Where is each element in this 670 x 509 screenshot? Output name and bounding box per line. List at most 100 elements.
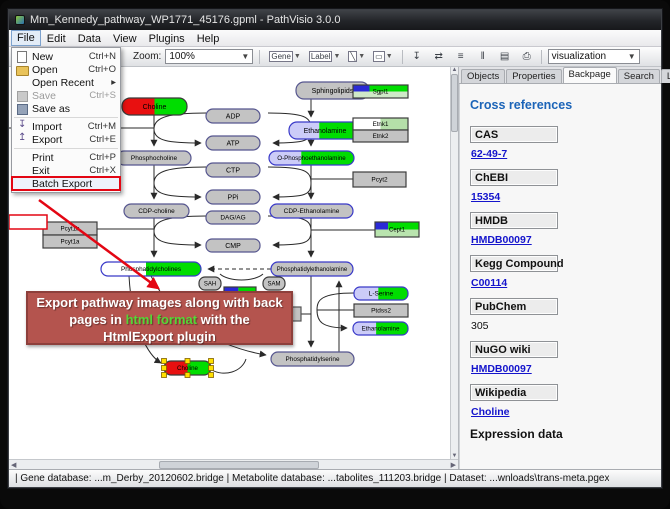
- selection-handle[interactable]: [162, 366, 167, 371]
- common-width-icon[interactable]: ▤: [497, 49, 513, 65]
- pathway-node-cdp-choline[interactable]: CDP-choline: [124, 204, 189, 218]
- title-bar[interactable]: Mm_Kennedy_pathway_WP1771_45176.gpml - P…: [9, 10, 661, 30]
- selection-handle[interactable]: [209, 359, 214, 364]
- xref-link[interactable]: HMDB00097: [471, 363, 651, 375]
- pathway-node-sam[interactable]: SAM: [263, 277, 285, 290]
- pathway-node-phosphatidylserine[interactable]: Phosphatidylserine: [271, 352, 354, 366]
- tab-properties[interactable]: Properties: [506, 69, 561, 83]
- pathway-node-ethanolamine[interactable]: Ethanolamine: [289, 122, 361, 139]
- tab-backpage[interactable]: Backpage: [563, 67, 617, 83]
- tab-search[interactable]: Search: [618, 69, 660, 83]
- file-menu-item-exit[interactable]: ExitCtrl+X: [12, 164, 120, 177]
- vertical-scrollbar[interactable]: ▲ ▼: [450, 67, 458, 459]
- pathway-node-cmp[interactable]: CMP: [206, 239, 260, 252]
- selection-handle[interactable]: [185, 373, 190, 378]
- selection-handle[interactable]: [209, 373, 214, 378]
- toolbar-tools: Gene▼Label▼╲▼▭▼: [266, 49, 395, 65]
- xref-link[interactable]: 15354: [471, 191, 651, 203]
- menu-separator: [14, 117, 118, 118]
- xref-section-chebi: ChEBI 15354: [470, 169, 651, 203]
- menu-plugins[interactable]: Plugins: [143, 30, 191, 46]
- zoom-select[interactable]: 100%▼: [165, 49, 253, 64]
- align-center-x-icon[interactable]: ↧: [409, 49, 425, 65]
- svg-text:O-Phosphoethanolamine: O-Phosphoethanolamine: [277, 155, 346, 162]
- pathway-node-dag-ag[interactable]: DAG/AG: [206, 211, 260, 224]
- toolbar-separator: [402, 50, 403, 64]
- vertical-scroll-thumb[interactable]: [451, 74, 458, 132]
- file-menu-item-export[interactable]: ExportCtrl+E: [12, 133, 120, 146]
- pathway-node-choline[interactable]: Choline: [162, 359, 214, 378]
- pathway-node-cdp-ethanolamine[interactable]: CDP-Ethanolamine: [270, 204, 353, 218]
- pathway-node-pcyt2[interactable]: Pcyt2: [353, 172, 406, 187]
- pathway-node-o-phosphoethanolamine[interactable]: O-Phosphoethanolamine: [269, 151, 354, 165]
- xref-section-cas: CAS 62-49-7: [470, 126, 651, 160]
- xref-link[interactable]: C00114: [471, 277, 651, 289]
- pathway-edge: [273, 231, 311, 245]
- svg-text:Sgpl1: Sgpl1: [373, 89, 389, 96]
- menu-view[interactable]: View: [107, 30, 143, 46]
- pathway-node-choline[interactable]: Choline: [122, 98, 187, 115]
- shape-tool-icon[interactable]: ▭▼: [370, 49, 396, 65]
- svg-text:Phosphocholine: Phosphocholine: [131, 155, 178, 162]
- selection-handle[interactable]: [209, 366, 214, 371]
- selection-handle[interactable]: [185, 359, 190, 364]
- menu-data[interactable]: Data: [72, 30, 107, 46]
- file-menu-item-save[interactable]: SaveCtrl+S: [12, 89, 120, 102]
- horizontal-scroll-thumb[interactable]: [159, 461, 319, 469]
- pathway-node-adp[interactable]: ADP: [206, 109, 260, 123]
- pathway-node-phosphatidylcholines[interactable]: Phosphatidylcholines: [101, 262, 201, 276]
- distribute-horizontal-icon[interactable]: ≡: [453, 49, 469, 65]
- menu-file[interactable]: File: [11, 30, 41, 46]
- pathway-node-etnk1[interactable]: Etnk1: [353, 118, 408, 130]
- pathway-node-sgpl1[interactable]: Sgpl1: [353, 85, 408, 98]
- pathway-node-phosphatidylethanolamine[interactable]: Phosphatidylethanolamine: [271, 262, 353, 276]
- svg-text:CDP-Ethanolamine: CDP-Ethanolamine: [284, 208, 340, 215]
- svg-text:Pcyt2: Pcyt2: [371, 177, 388, 184]
- export-icon: [15, 134, 30, 145]
- pathway-node-ethanolamine[interactable]: Ethanolamine: [353, 322, 408, 335]
- file-menu-item-print[interactable]: PrintCtrl+P: [12, 151, 120, 164]
- pathway-node-phosphocholine[interactable]: Phosphocholine: [117, 151, 191, 165]
- gene-tool-icon[interactable]: Gene▼: [266, 49, 304, 65]
- visualization-select[interactable]: visualization▼: [548, 49, 640, 64]
- pathway-node-ctp[interactable]: CTP: [206, 163, 260, 177]
- menu-help[interactable]: Help: [191, 30, 226, 46]
- selection-handle[interactable]: [162, 373, 167, 378]
- file-menu-item-new[interactable]: NewCtrl+N: [12, 50, 120, 63]
- scroll-up-icon[interactable]: ▲: [452, 67, 458, 73]
- selection-handle[interactable]: [162, 359, 167, 364]
- scroll-left-icon[interactable]: ◀: [11, 461, 16, 469]
- file-menu-item-save-as[interactable]: Save as: [12, 102, 120, 115]
- pathway-node-sah[interactable]: SAH: [199, 277, 221, 290]
- svg-text:Etnk2: Etnk2: [373, 133, 389, 140]
- pathway-edge: [317, 293, 354, 310]
- file-menu-item-open[interactable]: OpenCtrl+O: [12, 63, 120, 76]
- line-tool-icon[interactable]: ╲▼: [345, 49, 368, 65]
- xref-link[interactable]: HMDB00097: [471, 234, 651, 246]
- pathway-node-l-serine[interactable]: L-Serine: [354, 287, 408, 300]
- svg-text:Ethanolamine: Ethanolamine: [362, 326, 400, 333]
- svg-text:ATP: ATP: [226, 140, 239, 147]
- pathway-edge: [212, 359, 246, 373]
- common-height-icon[interactable]: ⎙: [519, 49, 535, 65]
- file-menu-item-import[interactable]: ImportCtrl+M: [12, 120, 120, 133]
- svg-text:Pcyt1a: Pcyt1a: [61, 239, 80, 246]
- xref-link[interactable]: Choline: [471, 406, 651, 418]
- pathway-node-etnk2[interactable]: Etnk2: [353, 130, 408, 142]
- file-menu-item-batch-export[interactable]: Batch Export: [12, 177, 120, 190]
- file-menu-item-open-recent[interactable]: Open Recent▸: [12, 76, 120, 89]
- tab-objects[interactable]: Objects: [461, 69, 505, 83]
- distribute-vertical-icon[interactable]: ‖: [475, 49, 491, 65]
- pathway-node-cept1[interactable]: Cept1: [375, 222, 419, 237]
- xref-link[interactable]: 62-49-7: [471, 148, 651, 160]
- menu-edit[interactable]: Edit: [41, 30, 72, 46]
- annotation-line3: HtmlExport plugin: [28, 328, 291, 345]
- pathway-node-ptdss2[interactable]: Ptdss2: [354, 304, 408, 317]
- horizontal-scrollbar[interactable]: ◀ ▶: [9, 459, 458, 469]
- label-tool-icon[interactable]: Label▼: [306, 49, 344, 65]
- pathway-node-ppi[interactable]: PPi: [206, 190, 260, 204]
- tab-legend[interactable]: Legend: [661, 69, 670, 83]
- pathway-node-atp[interactable]: ATP: [206, 136, 260, 150]
- scroll-right-icon[interactable]: ▶: [451, 461, 456, 469]
- align-center-y-icon[interactable]: ⇄: [431, 49, 447, 65]
